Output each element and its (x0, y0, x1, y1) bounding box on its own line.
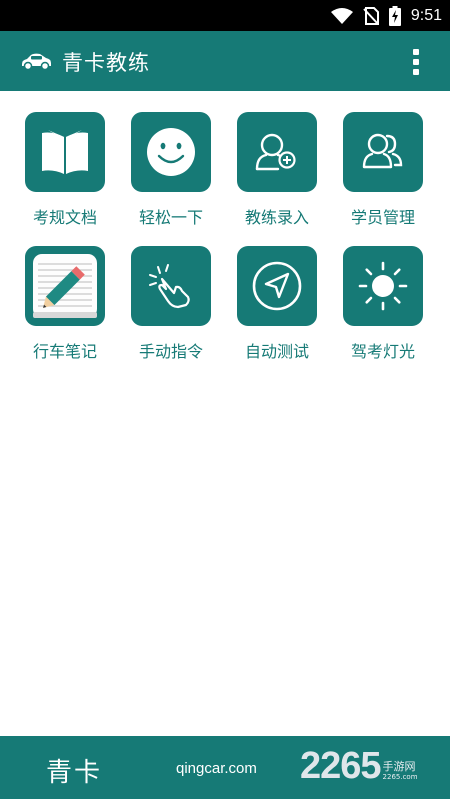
tile-manual-commands[interactable]: 手动指令 (129, 246, 213, 362)
status-bar: 9:51 (0, 0, 450, 31)
users-icon (343, 112, 423, 192)
tap-gesture-icon (131, 246, 211, 326)
compass-navigation-icon (237, 246, 317, 326)
tile-exam-lights[interactable]: 驾考灯光 (341, 246, 425, 362)
watermark-cn: 手游网 (382, 760, 416, 773)
car-logo-icon (22, 53, 51, 71)
status-icons: 9:51 (330, 0, 442, 31)
tile-driving-notes[interactable]: 行车笔记 (23, 246, 107, 362)
footer-url[interactable]: qingcar.com (176, 760, 257, 777)
status-time: 9:51 (410, 6, 442, 24)
tile-relax[interactable]: 轻松一下 (129, 112, 213, 228)
tile-label: 轻松一下 (138, 208, 203, 227)
watermark-en: 2265.com (382, 773, 418, 781)
add-user-icon (237, 112, 317, 192)
tile-label: 自动测试 (244, 342, 309, 361)
overflow-menu-icon[interactable] (412, 49, 420, 75)
tile-label: 驾考灯光 (350, 342, 415, 361)
tile-label: 学员管理 (350, 208, 415, 227)
no-sim-icon (363, 6, 379, 25)
sun-light-icon (343, 246, 423, 326)
smiley-face-icon (131, 112, 211, 192)
app-title: 青卡教练 (62, 51, 150, 75)
tile-auto-test[interactable]: 自动测试 (235, 246, 319, 362)
footer: 青卡 qingcar.com 2265 手游网 2265.com (0, 736, 450, 799)
tile-student-management[interactable]: 学员管理 (341, 112, 425, 228)
tile-exam-rules[interactable]: 考规文档 (23, 112, 107, 228)
tile-label: 教练录入 (244, 208, 309, 227)
footer-brand: 青卡 (46, 758, 103, 788)
open-book-icon (25, 112, 105, 192)
tile-label: 考规文档 (32, 208, 97, 227)
watermark-logo: 2265 手游网 2265.com (300, 744, 418, 788)
battery-charging-icon (388, 5, 401, 26)
app-bar: 青卡教练 (0, 31, 450, 91)
tile-label: 手动指令 (138, 342, 203, 361)
wifi-icon (330, 7, 353, 24)
notepad-pencil-icon (25, 246, 105, 326)
watermark-number: 2265 (300, 745, 382, 787)
tile-label: 行车笔记 (32, 342, 97, 361)
tile-coach-entry[interactable]: 教练录入 (235, 112, 319, 228)
